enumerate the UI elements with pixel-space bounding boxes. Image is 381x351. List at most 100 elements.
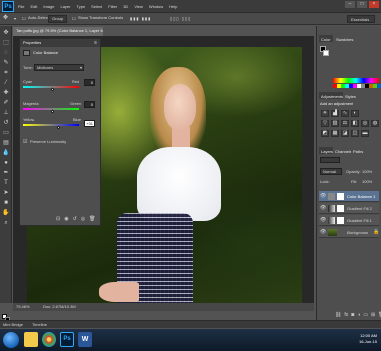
dodge-tool-icon[interactable]: ● bbox=[2, 160, 10, 167]
menu-3d[interactable]: 3D bbox=[123, 4, 128, 9]
new-layer-icon[interactable]: ⊞ bbox=[371, 312, 375, 318]
mini-bridge-tab[interactable]: Mini Bridge bbox=[3, 323, 23, 327]
crop-tool-icon[interactable]: ⌗ bbox=[2, 70, 10, 77]
auto-select-checkbox[interactable]: ☐ bbox=[22, 16, 26, 21]
shape-tool-icon[interactable]: ■ bbox=[2, 200, 10, 207]
paths-tab[interactable]: Paths bbox=[351, 147, 366, 154]
swatch-chip[interactable] bbox=[377, 84, 381, 88]
cyan-red-value[interactable]: 0 bbox=[84, 79, 95, 86]
clip-layer-icon[interactable]: ⊡ bbox=[56, 216, 60, 222]
lasso-tool-icon[interactable]: ◌ bbox=[2, 50, 10, 57]
vibrance-icon[interactable]: ▽ bbox=[321, 120, 329, 127]
invert-icon[interactable]: ◩ bbox=[321, 130, 329, 137]
menu-type[interactable]: Type bbox=[77, 4, 86, 9]
adjustments-tab[interactable]: Adjustments bbox=[319, 92, 346, 99]
preserve-luminosity-checkbox[interactable]: ☑ bbox=[23, 139, 27, 145]
curves-icon[interactable]: ∿ bbox=[341, 110, 349, 117]
minimize-icon[interactable]: – bbox=[345, 1, 355, 8]
menu-filter[interactable]: Filter bbox=[108, 4, 117, 9]
reset-icon[interactable]: ↺ bbox=[73, 216, 77, 222]
photo-filter-icon[interactable]: ◎ bbox=[361, 120, 369, 127]
clone-stamp-tool-icon[interactable]: ⊥ bbox=[2, 110, 10, 117]
blur-tool-icon[interactable]: 💧 bbox=[2, 150, 10, 157]
color-ramp[interactable] bbox=[333, 78, 379, 83]
photoshop-task-icon[interactable]: Ps bbox=[60, 332, 74, 347]
layer-mask-thumb[interactable] bbox=[337, 205, 344, 212]
brush-tool-icon[interactable]: ✐ bbox=[2, 100, 10, 107]
layer-row[interactable]: 👁 Gradient Fill 1 bbox=[319, 215, 379, 226]
magenta-green-value[interactable]: 0 bbox=[84, 101, 95, 108]
menu-file[interactable]: File bbox=[18, 4, 24, 9]
type-tool-icon[interactable]: T bbox=[2, 180, 10, 187]
auto-select-dropdown[interactable]: Group bbox=[48, 15, 68, 23]
threshold-icon[interactable]: ◪ bbox=[341, 130, 349, 137]
hue-saturation-icon[interactable]: ▥ bbox=[331, 120, 339, 127]
menu-edit[interactable]: Edit bbox=[30, 4, 37, 9]
panel-menu-icon[interactable]: ≡ bbox=[94, 40, 97, 46]
exposure-icon[interactable]: ◐ bbox=[351, 110, 359, 117]
gradient-tool-icon[interactable]: ▤ bbox=[2, 140, 10, 147]
move-tool-icon[interactable]: ✥ bbox=[3, 14, 8, 21]
system-clock[interactable]: 12:00 AM 16-Jun-15 bbox=[359, 333, 377, 345]
menu-window[interactable]: Window bbox=[149, 4, 163, 9]
tone-dropdown[interactable]: Midtones ▾ bbox=[34, 64, 84, 71]
quick-select-tool-icon[interactable]: ✎ bbox=[2, 60, 10, 67]
channel-mixer-icon[interactable]: ◍ bbox=[371, 120, 379, 127]
maximize-icon[interactable]: □ bbox=[357, 1, 367, 8]
word-icon[interactable]: W bbox=[78, 332, 92, 347]
black-white-icon[interactable]: ◧ bbox=[351, 120, 359, 127]
layer-filter-dropdown[interactable] bbox=[320, 157, 340, 163]
path-select-tool-icon[interactable]: ➤ bbox=[2, 190, 10, 197]
pen-tool-icon[interactable]: ✒ bbox=[2, 170, 10, 177]
menu-view[interactable]: View bbox=[134, 4, 143, 9]
swatches-tab[interactable]: Swatches bbox=[334, 35, 356, 42]
fx-icon[interactable]: fx bbox=[344, 312, 348, 318]
fill-value[interactable]: 100% bbox=[362, 180, 372, 184]
bg-color-chip[interactable] bbox=[323, 50, 329, 56]
brightness-contrast-icon[interactable]: ☀ bbox=[321, 110, 329, 117]
gradient-map-icon[interactable]: ▬ bbox=[361, 130, 369, 137]
layer-row[interactable]: 👁 Gradient Fill 2 bbox=[319, 203, 379, 214]
history-brush-tool-icon[interactable]: ↺ bbox=[2, 120, 10, 127]
eyedropper-tool-icon[interactable]: ⁄ bbox=[2, 80, 10, 87]
trash-icon[interactable]: 🗑 bbox=[89, 216, 95, 222]
folder-icon[interactable]: ▭ bbox=[363, 312, 368, 318]
start-button[interactable] bbox=[3, 332, 19, 348]
healing-brush-tool-icon[interactable]: ✚ bbox=[2, 90, 10, 97]
distribute-buttons[interactable]: ▯▯▯ ▯▯▯ bbox=[170, 16, 191, 21]
layer-row[interactable]: 👁 Color Balance 1 bbox=[319, 191, 379, 202]
eraser-tool-icon[interactable]: ▭ bbox=[2, 130, 10, 137]
visibility-icon[interactable]: ◎ bbox=[81, 216, 85, 222]
layer-mask-thumb[interactable] bbox=[337, 193, 344, 200]
document-tab[interactable]: Tan puffs.jpg @ 79.5% (Color Balance 1, … bbox=[13, 27, 103, 36]
workspace-dropdown[interactable]: Essentials bbox=[347, 15, 375, 23]
yellow-blue-slider[interactable] bbox=[23, 124, 79, 126]
posterize-icon[interactable]: ▦ bbox=[331, 130, 339, 137]
yellow-blue-value[interactable]: +31 bbox=[84, 120, 95, 127]
styles-tab[interactable]: Styles bbox=[343, 92, 358, 99]
eye-icon[interactable]: 👁 bbox=[320, 193, 326, 199]
color-balance-adj-icon[interactable]: ⚖ bbox=[341, 120, 349, 127]
levels-icon[interactable]: ▟ bbox=[331, 110, 339, 117]
opacity-value[interactable]: 100% bbox=[362, 170, 372, 174]
menu-select[interactable]: Select bbox=[91, 4, 102, 9]
mask-icon[interactable]: ◙ bbox=[351, 312, 354, 318]
blend-mode-dropdown[interactable]: Normal bbox=[320, 168, 342, 175]
eye-icon[interactable]: 👁 bbox=[320, 217, 326, 223]
marquee-tool-icon[interactable]: ⬚ bbox=[2, 40, 10, 47]
file-explorer-icon[interactable] bbox=[24, 332, 38, 347]
align-buttons[interactable]: ▮▮▮ ▮▮▮ bbox=[130, 16, 151, 21]
layer-row[interactable]: 👁 Background 🔒 bbox=[319, 227, 379, 238]
swatch-row[interactable] bbox=[333, 84, 381, 88]
options-preset-icon[interactable]: ▾ bbox=[14, 16, 16, 21]
link-icon[interactable]: ⛓ bbox=[335, 312, 341, 318]
timeline-tab[interactable]: Timeline bbox=[32, 323, 47, 327]
show-transform-checkbox[interactable]: ☐ bbox=[72, 16, 76, 21]
menu-layer[interactable]: Layer bbox=[60, 4, 70, 9]
chrome-icon[interactable] bbox=[42, 332, 56, 347]
zoom-tool-icon[interactable]: ⌕ bbox=[2, 220, 10, 227]
color-tab[interactable]: Color bbox=[319, 35, 333, 42]
hand-tool-icon[interactable]: ✋ bbox=[2, 210, 10, 217]
adjustment-icon[interactable]: ◑ bbox=[357, 312, 360, 318]
close-icon[interactable]: × bbox=[369, 1, 379, 8]
